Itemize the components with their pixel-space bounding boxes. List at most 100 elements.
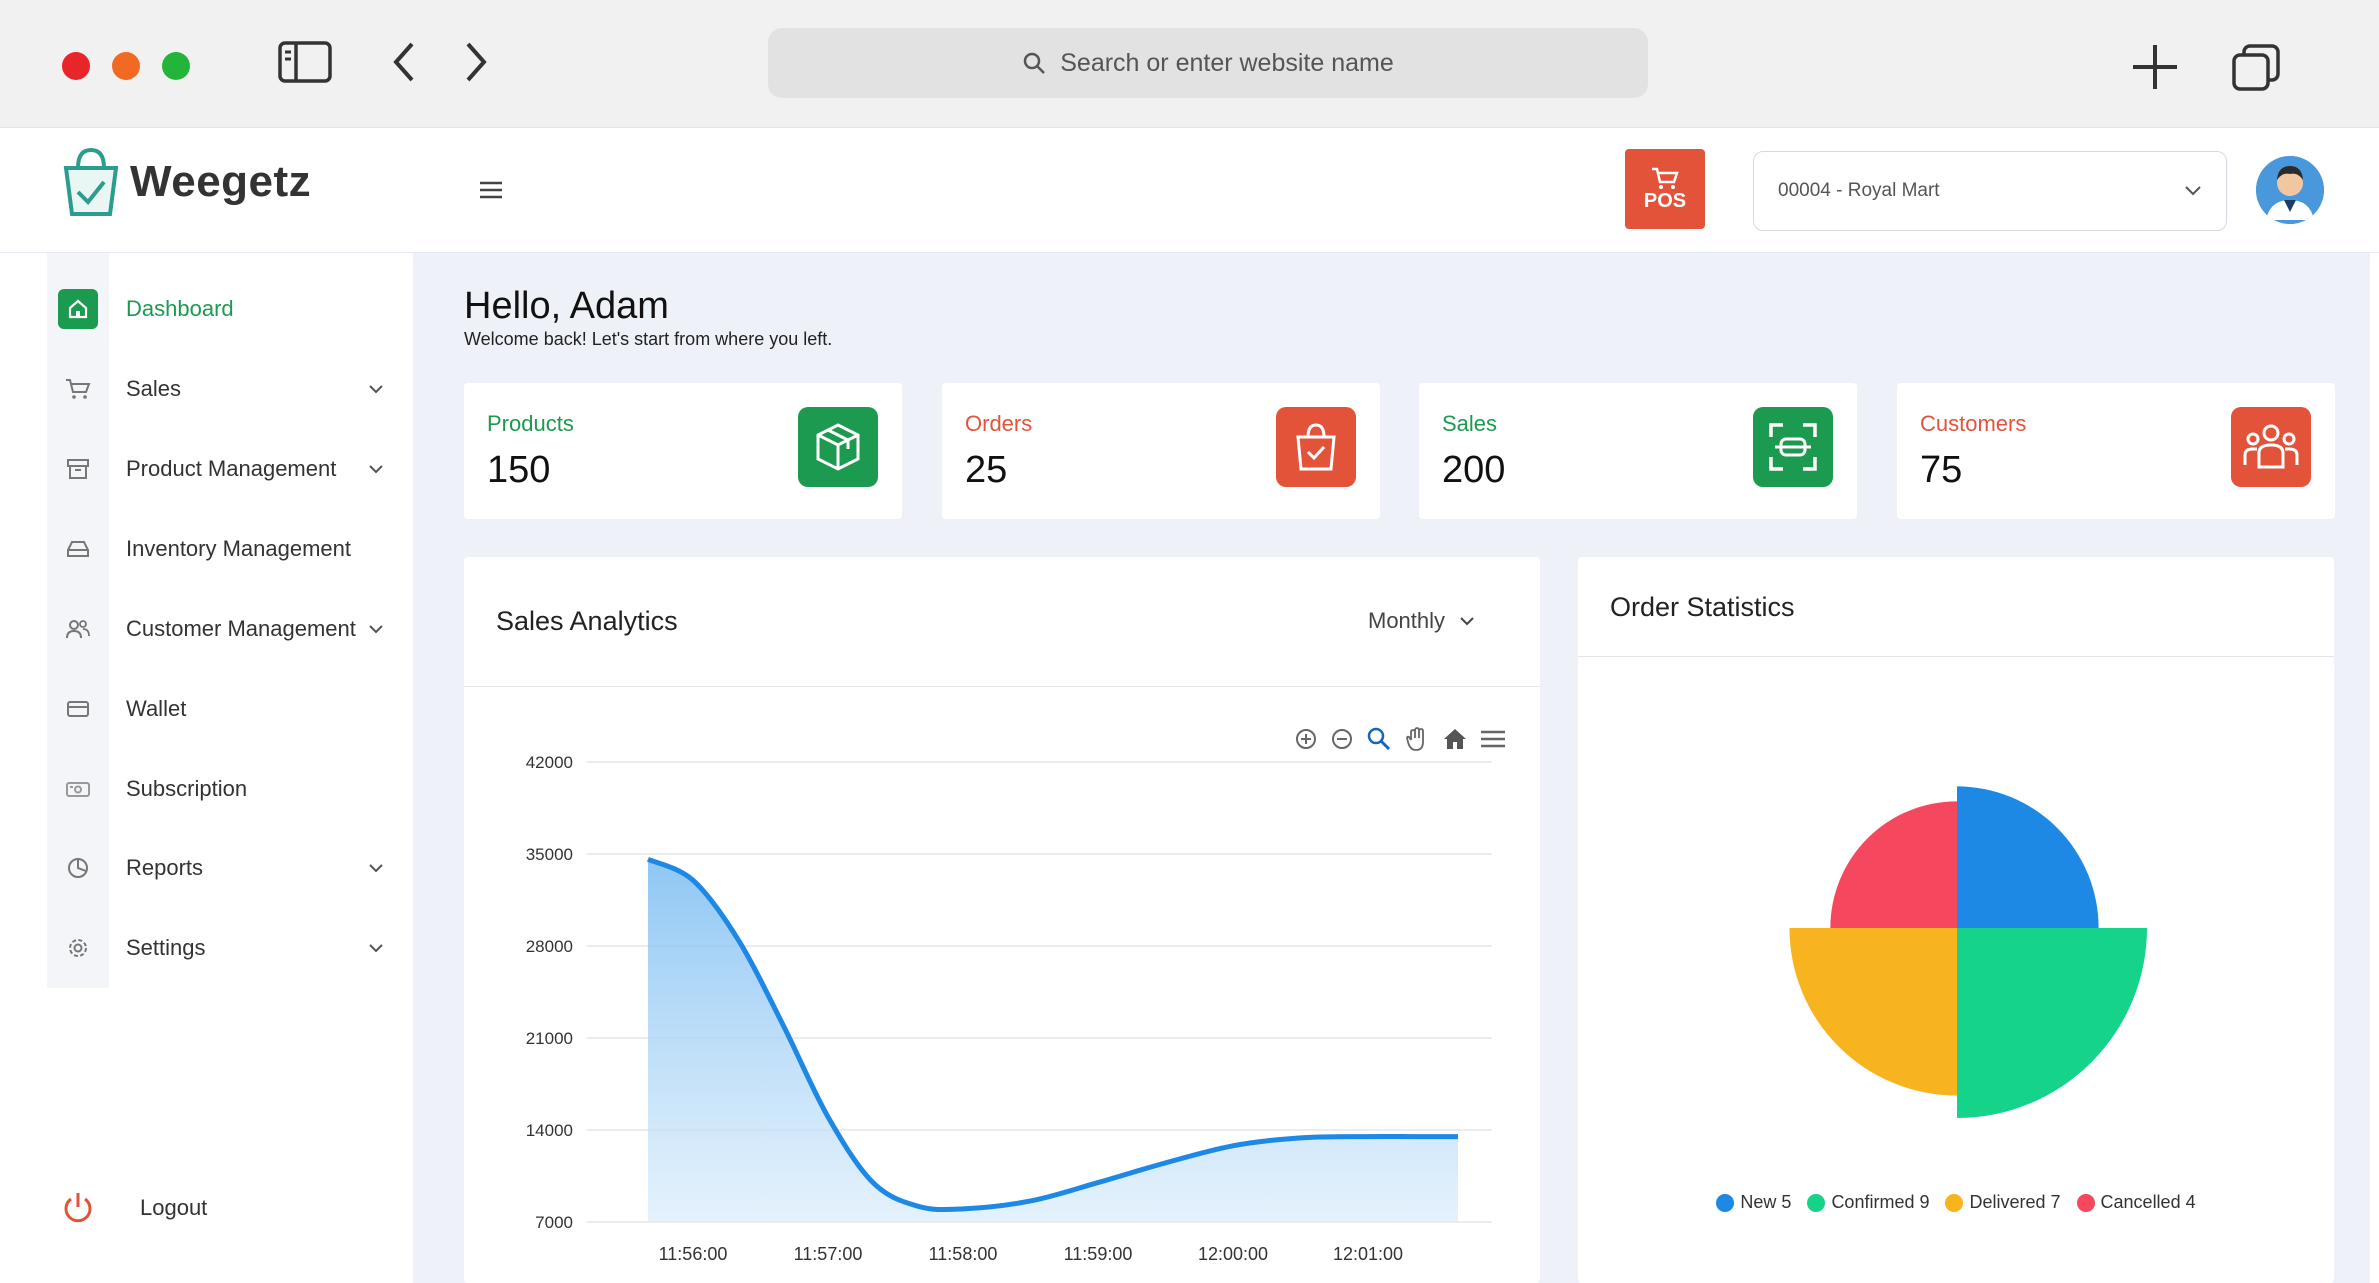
stat-value: 75 xyxy=(1920,449,1963,491)
close-window-button[interactable] xyxy=(62,52,90,80)
logout-button[interactable]: Logout xyxy=(60,1190,207,1226)
stat-card-sales[interactable]: Sales 200 xyxy=(1419,383,1857,519)
store-selected-value: 00004 - Royal Mart xyxy=(1778,180,1940,201)
period-dropdown[interactable]: Monthly xyxy=(1368,608,1475,634)
cart-icon xyxy=(58,369,98,409)
legend-marker xyxy=(1945,1193,1964,1212)
user-avatar[interactable] xyxy=(2256,156,2324,224)
scan-icon xyxy=(1753,407,1833,487)
cart-icon xyxy=(1652,167,1679,189)
sidebar-item-label: Dashboard xyxy=(126,296,234,321)
x-tick-label: 11:58:00 xyxy=(929,1244,998,1264)
sidebar-item-label: Subscription xyxy=(126,776,248,801)
sidebar-item-sales[interactable]: Sales xyxy=(0,359,413,419)
polar-slice-new[interactable] xyxy=(1957,786,2099,928)
subscription-icon xyxy=(58,769,98,809)
sidebar-item-settings[interactable]: Settings xyxy=(0,918,413,978)
maximize-window-button[interactable] xyxy=(162,52,190,80)
y-tick-label: 21000 xyxy=(526,1029,573,1048)
forward-icon[interactable] xyxy=(462,40,492,84)
sidebar-item-label: Sales xyxy=(126,376,182,401)
polar-slice-confirmed[interactable] xyxy=(1957,928,2147,1118)
gear-icon xyxy=(58,928,98,968)
customers-group-icon xyxy=(2231,407,2311,487)
sidebar-item-dashboard[interactable]: Dashboard xyxy=(0,279,413,339)
sidebar-item-product-management[interactable]: Product Management xyxy=(0,439,413,499)
brand-logo[interactable]: Weegetz xyxy=(60,146,311,218)
chevron-down-icon xyxy=(369,465,383,474)
x-tick-label: 12:00:00 xyxy=(1198,1244,1268,1264)
stat-value: 150 xyxy=(487,449,551,491)
wallet-icon xyxy=(58,689,98,729)
legend-marker xyxy=(2076,1193,2095,1212)
new-tab-icon[interactable] xyxy=(2130,42,2180,92)
store-selector[interactable]: 00004 - Royal Mart xyxy=(1753,151,2227,231)
pie-chart-icon xyxy=(58,848,98,888)
legend-label: New 5 xyxy=(1740,1192,1792,1212)
greeting-subtitle: Welcome back! Let's start from where you… xyxy=(464,329,833,349)
users-icon xyxy=(58,609,98,649)
x-tick-label: 11:56:00 xyxy=(659,1244,728,1264)
logout-label: Logout xyxy=(140,1195,208,1220)
sidebar-item-label: Product Management xyxy=(126,456,337,481)
shopping-bag-logo-icon xyxy=(63,147,119,216)
chevron-down-icon xyxy=(369,864,383,873)
sales-analytics-title: Sales Analytics xyxy=(496,606,678,636)
panel-divider xyxy=(1578,656,2334,657)
period-selected-value: Monthly xyxy=(1368,608,1446,633)
sidebar-item-customer-management[interactable]: Customer Management xyxy=(0,599,413,659)
shopping-bag-check-icon xyxy=(1276,407,1356,487)
back-icon[interactable] xyxy=(388,40,418,84)
chevron-down-icon xyxy=(1460,617,1474,626)
search-icon xyxy=(1023,52,1046,74)
stat-value: 25 xyxy=(965,449,1008,491)
sidebar-item-reports[interactable]: Reports xyxy=(0,838,413,898)
legend-item-new[interactable]: New 5 xyxy=(1716,1192,1791,1213)
stat-card-orders[interactable]: Orders 25 xyxy=(942,383,1380,519)
sidebar-item-label: Inventory Management xyxy=(126,536,352,561)
browser-toolbar: Search or enter website name xyxy=(0,0,2379,128)
tabs-overview-icon[interactable] xyxy=(2230,42,2282,92)
x-tick-label: 11:57:00 xyxy=(794,1244,863,1264)
chevron-down-icon xyxy=(369,944,383,953)
minimize-window-button[interactable] xyxy=(112,52,140,80)
sidebar-item-subscription[interactable]: Subscription xyxy=(0,759,413,819)
legend-label: Cancelled 4 xyxy=(2100,1192,2196,1212)
stat-label: Products xyxy=(487,411,574,436)
order-polar-chart xyxy=(1789,786,2147,1118)
stat-card-products[interactable]: Products 150 xyxy=(464,383,902,519)
stat-label: Customers xyxy=(1920,411,2027,436)
sidebar-toggle-icon[interactable] xyxy=(278,40,332,84)
sales-area-chart: 7000 14000 21000 28000 35000 42000 11:56:00 11:… xyxy=(526,753,1492,1264)
chevron-down-icon xyxy=(369,625,383,634)
y-tick-label: 42000 xyxy=(526,753,573,772)
chevron-down-icon xyxy=(2185,186,2201,196)
legend-marker xyxy=(1807,1193,1826,1212)
home-icon xyxy=(58,289,98,329)
pos-button[interactable]: POS xyxy=(1625,149,1705,229)
legend-label: Confirmed 9 xyxy=(1831,1192,1930,1212)
order-statistics-title: Order Statistics xyxy=(1610,592,1795,622)
page-edge xyxy=(2370,253,2379,1283)
stat-card-customers[interactable]: Customers 75 xyxy=(1897,383,2335,519)
address-bar[interactable]: Search or enter website name xyxy=(768,28,1648,98)
legend-item-delivered[interactable]: Delivered 7 xyxy=(1945,1192,2061,1213)
legend-item-confirmed[interactable]: Confirmed 9 xyxy=(1807,1192,1929,1213)
sidebar-item-wallet[interactable]: Wallet xyxy=(0,679,413,739)
y-tick-label: 7000 xyxy=(535,1213,573,1232)
hamburger-menu-icon[interactable] xyxy=(480,175,502,207)
pos-label: POS xyxy=(1643,189,1687,212)
sidebar-item-label: Wallet xyxy=(126,696,187,721)
order-chart-legend: New 5 Confirmed 9 Delivered 7 Cancelled 4 xyxy=(1578,1192,2334,1213)
sidebar-item-inventory-management[interactable]: Inventory Management xyxy=(0,519,413,579)
sales-area-fill xyxy=(648,859,1458,1222)
polar-slice-delivered[interactable] xyxy=(1789,928,1957,1096)
panel-divider xyxy=(464,686,1540,687)
y-tick-label: 35000 xyxy=(526,845,573,864)
x-tick-label: 12:01:00 xyxy=(1333,1244,1403,1264)
polar-slice-cancelled[interactable] xyxy=(1830,801,1957,928)
sidebar-item-label: Reports xyxy=(126,855,204,880)
legend-item-cancelled[interactable]: Cancelled 4 xyxy=(2076,1192,2196,1213)
brand-name: Weegetz xyxy=(130,157,312,206)
chevron-down-icon xyxy=(369,385,383,394)
